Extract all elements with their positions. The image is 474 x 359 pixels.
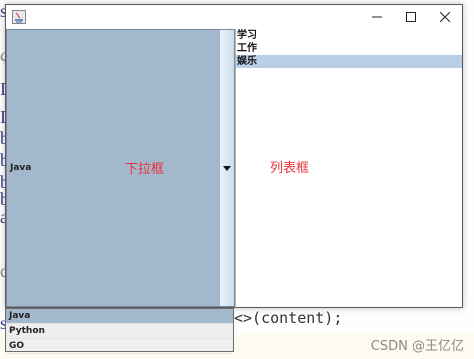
list-item-selected[interactable]: 娱乐	[236, 55, 462, 68]
close-button[interactable]	[428, 5, 462, 29]
close-icon	[440, 12, 450, 22]
combo-dropdown-button[interactable]	[219, 30, 234, 306]
dropdown-arrow-icon	[223, 165, 231, 171]
app-window: Java 下拉框 学习 工作 娱乐 列表框	[5, 4, 463, 308]
list-item[interactable]: 学习	[236, 29, 462, 42]
java-app-icon	[12, 10, 26, 24]
combo-option-selected[interactable]: Java	[6, 309, 233, 324]
watermark: CSDN @王亿亿	[370, 339, 464, 354]
minimize-icon	[372, 16, 382, 18]
maximize-button[interactable]	[394, 5, 428, 29]
title-bar[interactable]	[6, 5, 462, 29]
content-pane: Java 下拉框 学习 工作 娱乐 列表框	[6, 29, 462, 307]
combo-option[interactable]: Python	[6, 324, 233, 339]
combo-box[interactable]: Java 下拉框	[6, 29, 235, 307]
list-item[interactable]: 工作	[236, 42, 462, 55]
list-label: 列表框	[270, 161, 310, 176]
list-box[interactable]: 学习 工作 娱乐 列表框	[235, 29, 462, 307]
code-fragment: <>(content);	[234, 309, 343, 327]
combo-label: 下拉框	[125, 162, 165, 177]
maximize-icon	[406, 12, 416, 22]
minimize-button[interactable]	[360, 5, 394, 29]
combo-selected-value: Java	[10, 163, 32, 173]
combo-option[interactable]: GO	[6, 339, 233, 354]
combo-popup: Java Python GO	[5, 308, 234, 354]
